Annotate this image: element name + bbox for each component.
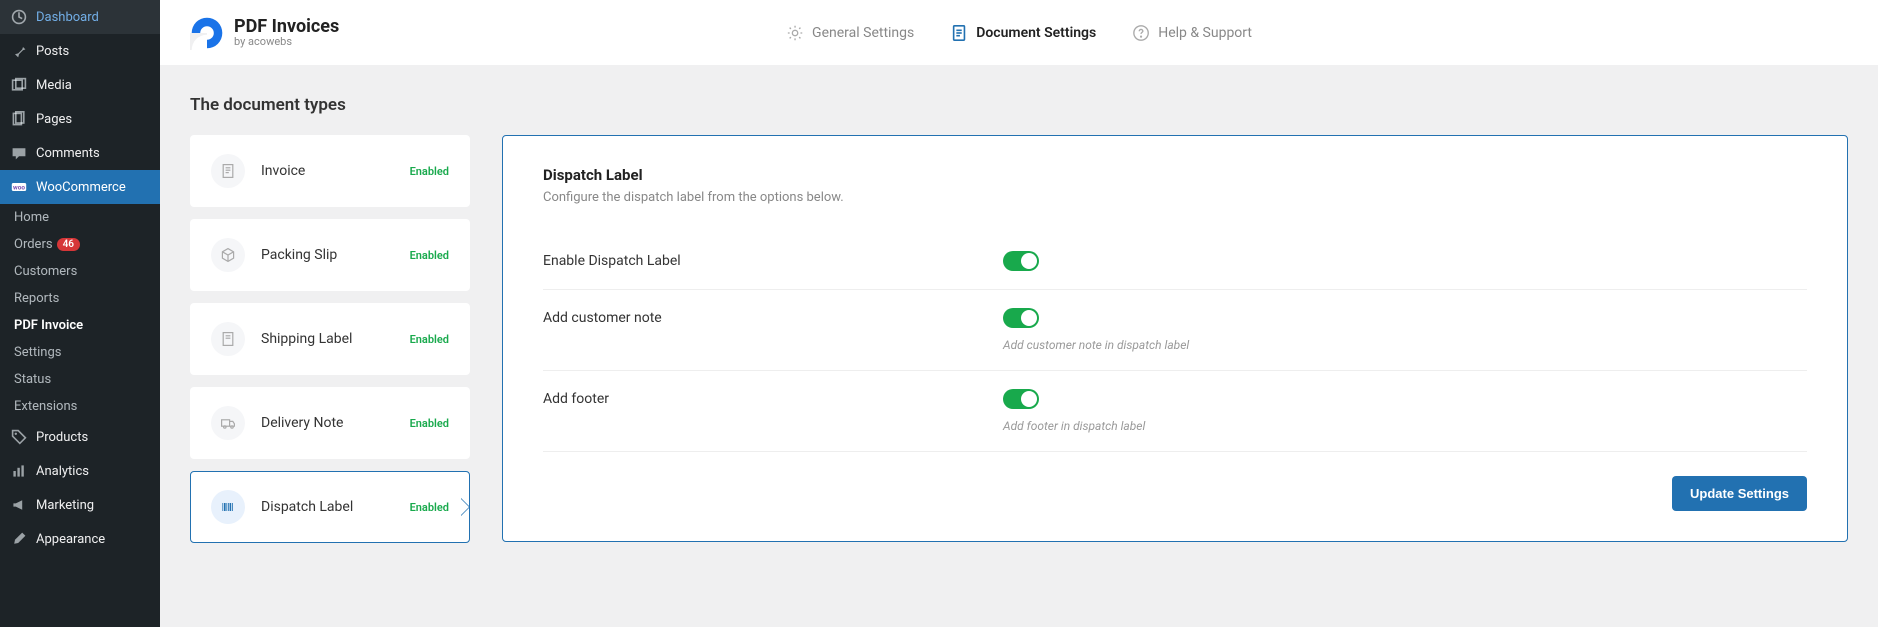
form-label: Add footer xyxy=(543,389,1003,407)
subitem-status[interactable]: Status xyxy=(0,366,160,393)
sidebar-item-comments[interactable]: Comments xyxy=(0,136,160,170)
tab-document-settings[interactable]: Document Settings xyxy=(950,24,1096,42)
megaphone-icon xyxy=(10,496,28,514)
sidebar-item-woocommerce[interactable]: woo WooCommerce xyxy=(0,170,160,204)
pages-icon xyxy=(10,110,28,128)
sidebar-item-analytics[interactable]: Analytics xyxy=(0,454,160,488)
subitem-pdf-invoice[interactable]: PDF Invoice xyxy=(0,312,160,339)
doc-type-status: Enabled xyxy=(410,501,449,514)
sidebar-item-posts[interactable]: Posts xyxy=(0,34,160,68)
sidebar-label: Media xyxy=(36,78,72,93)
tab-help-support[interactable]: Help & Support xyxy=(1132,24,1252,42)
subitem-extensions[interactable]: Extensions xyxy=(0,393,160,420)
form-label: Enable Dispatch Label xyxy=(543,251,1003,269)
panel-subtitle: Configure the dispatch label from the op… xyxy=(543,190,1807,205)
sidebar-item-products[interactable]: Products xyxy=(0,420,160,454)
sidebar-label: Dashboard xyxy=(36,10,99,25)
doc-type-invoice[interactable]: Invoice Enabled xyxy=(190,135,470,207)
subitem-orders[interactable]: Orders46 xyxy=(0,231,160,258)
doc-type-label: Packing Slip xyxy=(261,247,410,263)
help-text: Add footer in dispatch label xyxy=(1003,419,1807,433)
sidebar-item-appearance[interactable]: Appearance xyxy=(0,522,160,556)
sidebar-label: Products xyxy=(36,430,88,445)
comment-icon xyxy=(10,144,28,162)
sidebar-label: Posts xyxy=(36,44,69,59)
shipping-icon xyxy=(211,322,245,356)
app-logo: PDF Invoices by acowebs xyxy=(190,16,339,50)
doc-type-label: Delivery Note xyxy=(261,415,410,431)
doc-type-status: Enabled xyxy=(410,417,449,430)
section-title: The document types xyxy=(190,95,1848,115)
package-icon xyxy=(211,238,245,272)
logo-title: PDF Invoices xyxy=(234,17,339,37)
gear-icon xyxy=(786,24,804,42)
sidebar-item-pages[interactable]: Pages xyxy=(0,102,160,136)
doc-type-shipping-label[interactable]: Shipping Label Enabled xyxy=(190,303,470,375)
toggle-add-footer[interactable] xyxy=(1003,389,1039,409)
invoice-icon xyxy=(211,154,245,188)
toggle-customer-note[interactable] xyxy=(1003,308,1039,328)
doc-type-status: Enabled xyxy=(410,333,449,346)
sidebar-label: Comments xyxy=(36,146,100,161)
row-enable-dispatch: Enable Dispatch Label xyxy=(543,233,1807,290)
subitem-customers[interactable]: Customers xyxy=(0,258,160,285)
row-customer-note: Add customer note Add customer note in d… xyxy=(543,290,1807,371)
doc-type-dispatch-label[interactable]: Dispatch Label Enabled xyxy=(190,471,470,543)
sidebar-label: Analytics xyxy=(36,464,89,479)
doc-type-label: Dispatch Label xyxy=(261,499,410,515)
settings-panel: Dispatch Label Configure the dispatch la… xyxy=(502,135,1848,542)
orders-badge: 46 xyxy=(57,238,80,251)
doc-type-status: Enabled xyxy=(410,165,449,178)
update-settings-button[interactable]: Update Settings xyxy=(1672,476,1807,511)
logo-subtitle: by acowebs xyxy=(234,36,339,48)
subitem-reports[interactable]: Reports xyxy=(0,285,160,312)
sidebar-item-dashboard[interactable]: Dashboard xyxy=(0,0,160,34)
pin-icon xyxy=(10,42,28,60)
analytics-icon xyxy=(10,462,28,480)
tag-icon xyxy=(10,428,28,446)
woo-icon: woo xyxy=(10,178,28,196)
barcode-icon xyxy=(211,490,245,524)
wp-admin-sidebar: Dashboard Posts Media Pages Comments woo… xyxy=(0,0,160,627)
doc-type-delivery-note[interactable]: Delivery Note Enabled xyxy=(190,387,470,459)
subitem-home[interactable]: Home xyxy=(0,204,160,231)
doc-type-label: Invoice xyxy=(261,163,410,179)
sidebar-label: WooCommerce xyxy=(36,180,126,195)
document-icon xyxy=(950,24,968,42)
row-add-footer: Add footer Add footer in dispatch label xyxy=(543,371,1807,452)
sidebar-label: Marketing xyxy=(36,498,94,513)
sidebar-item-marketing[interactable]: Marketing xyxy=(0,488,160,522)
form-label: Add customer note xyxy=(543,308,1003,326)
dashboard-icon xyxy=(10,8,28,26)
document-type-list: Invoice Enabled Packing Slip Enabled Shi… xyxy=(190,135,470,543)
brush-icon xyxy=(10,530,28,548)
tab-general-settings[interactable]: General Settings xyxy=(786,24,914,42)
help-text: Add customer note in dispatch label xyxy=(1003,338,1807,352)
sidebar-label: Appearance xyxy=(36,532,105,547)
delivery-icon xyxy=(211,406,245,440)
doc-type-label: Shipping Label xyxy=(261,331,410,347)
doc-type-status: Enabled xyxy=(410,249,449,262)
toggle-enable-dispatch[interactable] xyxy=(1003,251,1039,271)
subitem-settings[interactable]: Settings xyxy=(0,339,160,366)
svg-text:woo: woo xyxy=(13,183,25,191)
help-icon xyxy=(1132,24,1150,42)
doc-type-packing-slip[interactable]: Packing Slip Enabled xyxy=(190,219,470,291)
pdf-invoices-logo-icon xyxy=(190,16,224,50)
sidebar-label: Pages xyxy=(36,112,72,127)
media-icon xyxy=(10,76,28,94)
sidebar-item-media[interactable]: Media xyxy=(0,68,160,102)
panel-title: Dispatch Label xyxy=(543,166,1807,184)
app-topbar: PDF Invoices by acowebs General Settings… xyxy=(160,0,1878,65)
